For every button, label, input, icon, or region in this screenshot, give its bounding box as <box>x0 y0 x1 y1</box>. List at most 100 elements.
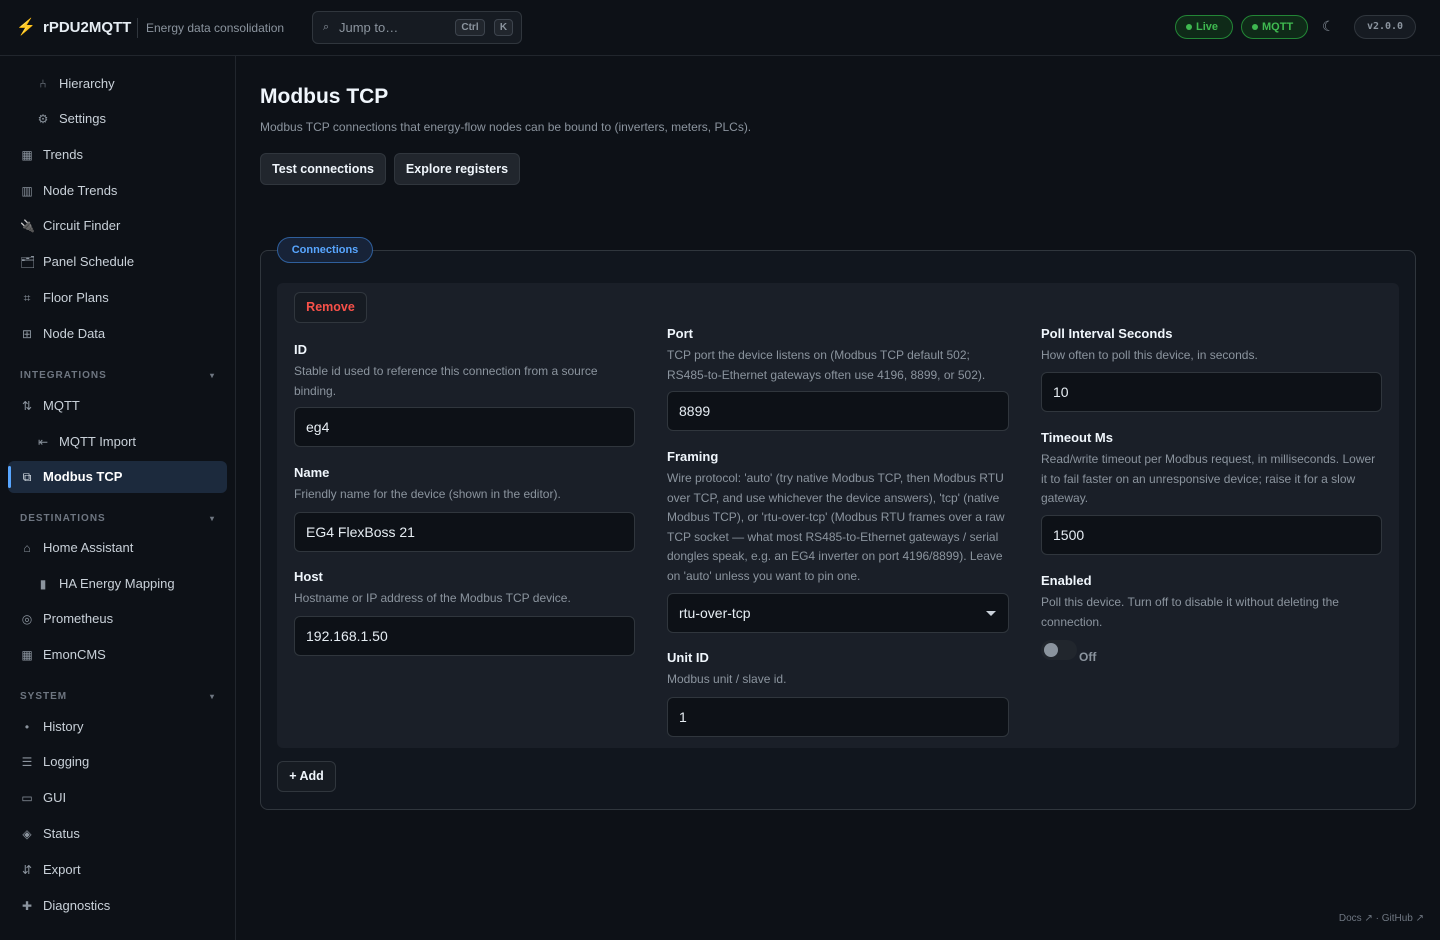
sidebar-item-gui[interactable]: ▭ GUI <box>8 782 227 814</box>
port-label: Port <box>667 326 693 341</box>
mqtt-status-badge[interactable]: MQTT <box>1241 15 1308 39</box>
sidebar-item-label: Export <box>43 862 81 877</box>
sidebar-item-label: HA Energy Mapping <box>59 576 175 591</box>
import-icon: ⇤ <box>37 435 49 449</box>
shortcut-ctrl-key: Ctrl <box>455 19 485 36</box>
live-dot-icon <box>1186 24 1192 30</box>
timeout-input[interactable]: 1500 <box>1041 515 1382 555</box>
trends-icon: ▦ <box>21 148 33 162</box>
jump-to-search[interactable]: ⌕ Jump to… Ctrl K <box>312 11 522 44</box>
section-header-destinations[interactable]: DESTINATIONS ▾ <box>20 513 220 525</box>
top-bar: ⚡ rPDU2MQTT Energy data consolidation ⌕ … <box>0 0 1440 56</box>
sidebar-item-circuit-finder[interactable]: 🔌 Circuit Finder <box>8 210 227 242</box>
sidebar-item-ha-energy-mapping[interactable]: ▮ HA Energy Mapping <box>8 568 227 600</box>
sidebar-item-label: Hierarchy <box>59 76 115 91</box>
export-icon: ⇵ <box>21 863 33 877</box>
sidebar-item-trends[interactable]: ▦ Trends <box>8 139 227 171</box>
poll-interval-help: How often to poll this device, in second… <box>1041 348 1258 362</box>
sidebar-item-home-assistant[interactable]: ⌂ Home Assistant <box>8 532 227 564</box>
port-input[interactable]: 8899 <box>667 391 1009 431</box>
sidebar-item-panel-schedule[interactable]: 🗂 Panel Schedule <box>8 246 227 278</box>
sidebar-item-status[interactable]: ◈ Status <box>8 818 227 850</box>
gear-icon: ⚙ <box>37 112 49 126</box>
app-name[interactable]: rPDU2MQTT <box>43 19 131 37</box>
test-connections-button[interactable]: Test connections <box>260 153 386 185</box>
floorplan-icon: ⌗ <box>23 291 31 305</box>
id-input[interactable]: eg4 <box>294 407 635 447</box>
connections-tab[interactable]: Connections <box>277 237 373 263</box>
section-header-label: SYSTEM <box>20 691 68 702</box>
hierarchy-icon: ⑃ <box>39 77 47 91</box>
sidebar-item-label: Floor Plans <box>43 290 109 305</box>
port-help: TCP port the device listens on (Modbus T… <box>667 348 986 382</box>
shortcut-k-key: K <box>494 19 513 36</box>
live-status-label: Live <box>1196 21 1219 33</box>
section-header-system[interactable]: SYSTEM ▾ <box>20 691 220 703</box>
section-header-integrations[interactable]: INTEGRATIONS ▾ <box>20 370 220 382</box>
sidebar-item-emoncms[interactable]: ▦ EmonCMS <box>8 639 227 671</box>
sidebar-item-label: MQTT <box>43 398 80 413</box>
enabled-label: Enabled <box>1041 573 1092 588</box>
live-status-badge[interactable]: Live <box>1175 15 1233 39</box>
timeout-label: Timeout Ms <box>1041 430 1113 445</box>
sidebar-item-label: Node Data <box>43 326 106 341</box>
poll-interval-input[interactable]: 10 <box>1041 372 1382 412</box>
search-icon: ⌕ <box>323 21 330 33</box>
sidebar-item-label: Settings <box>59 111 106 126</box>
enabled-state-label: Off <box>1079 650 1097 664</box>
chevron-down-icon: ▾ <box>209 692 214 701</box>
framing-label: Framing <box>667 449 719 464</box>
sidebar-item-label: GUI <box>43 790 67 805</box>
sidebar-item-floor-plans[interactable]: ⌗ Floor Plans <box>8 282 227 314</box>
name-help: Friendly name for the device (shown in t… <box>294 487 561 501</box>
sidebar-item-cut-off <box>36 56 136 58</box>
chevron-down-icon: ▾ <box>209 371 214 380</box>
id-help: Stable id used to reference this connect… <box>294 364 598 398</box>
timeout-help: Read/write timeout per Modbus request, i… <box>1041 452 1376 505</box>
arrows-icon: ⇅ <box>21 399 33 413</box>
bolt-logo-icon: ⚡ <box>16 19 36 36</box>
sidebar-item-mqtt-import[interactable]: ⇤ MQTT Import <box>8 426 227 458</box>
sidebar-item-prometheus[interactable]: ◎ Prometheus <box>8 603 227 635</box>
sidebar-item-settings[interactable]: ⚙ Settings <box>8 103 227 135</box>
enabled-toggle[interactable] <box>1041 640 1077 660</box>
footer-links[interactable]: Docs ↗ · GitHub ↗ <box>1339 913 1424 925</box>
page-description: Modbus TCP connections that energy-flow … <box>260 120 752 134</box>
sidebar-item-label: Circuit Finder <box>43 218 121 233</box>
sidebar-item-export[interactable]: ⇵ Export <box>8 854 227 886</box>
moon-icon[interactable]: ☾ <box>1322 18 1335 35</box>
sidebar-item-label: Logging <box>43 754 90 769</box>
add-connection-button[interactable]: + Add <box>277 761 336 792</box>
sidebar-item-node-data[interactable]: ⊞ Node Data <box>8 318 227 350</box>
sidebar-item-node-trends[interactable]: ▥ Node Trends <box>8 175 227 207</box>
name-input[interactable]: EG4 FlexBoss 21 <box>294 512 635 552</box>
sidebar-item-mqtt[interactable]: ⇅ MQTT <box>8 390 227 422</box>
id-label: ID <box>294 342 307 357</box>
unit-id-input[interactable]: 1 <box>667 697 1009 737</box>
sidebar-item-logging[interactable]: ☰ Logging <box>8 746 227 778</box>
framing-help: Wire protocol: 'auto' (try native Modbus… <box>667 471 1005 583</box>
chart-icon: ▦ <box>21 648 33 662</box>
sidebar-item-hierarchy[interactable]: ⑃ Hierarchy <box>8 68 227 100</box>
framing-select[interactable]: rtu-over-tcp <box>667 593 1009 633</box>
remove-connection-button[interactable]: Remove <box>294 292 367 323</box>
host-input[interactable]: 192.168.1.50 <box>294 616 635 656</box>
mqtt-dot-icon <box>1252 24 1258 30</box>
host-label: Host <box>294 569 323 584</box>
sidebar-item-label: Home Assistant <box>43 540 134 555</box>
sidebar-item-label: Trends <box>43 147 83 162</box>
host-help: Hostname or IP address of the Modbus TCP… <box>294 591 571 605</box>
sidebar-item-label: Prometheus <box>43 611 114 626</box>
panel-icon: 🗂 <box>20 255 36 269</box>
section-header-label: INTEGRATIONS <box>20 370 107 381</box>
page-title: Modbus TCP <box>260 85 389 108</box>
toggle-knob <box>1044 643 1058 657</box>
version-badge: v2.0.0 <box>1354 15 1416 39</box>
unit-id-label: Unit ID <box>667 650 709 665</box>
grid-icon: ⊞ <box>21 327 33 341</box>
sidebar-item-modbus-tcp[interactable]: ⧉ Modbus TCP <box>8 461 227 493</box>
sidebar-item-history[interactable]: • History <box>8 711 227 743</box>
chevron-down-icon: ▾ <box>209 514 214 523</box>
explore-registers-button[interactable]: Explore registers <box>394 153 520 185</box>
sidebar-item-diagnostics[interactable]: ✚ Diagnostics <box>8 890 227 922</box>
